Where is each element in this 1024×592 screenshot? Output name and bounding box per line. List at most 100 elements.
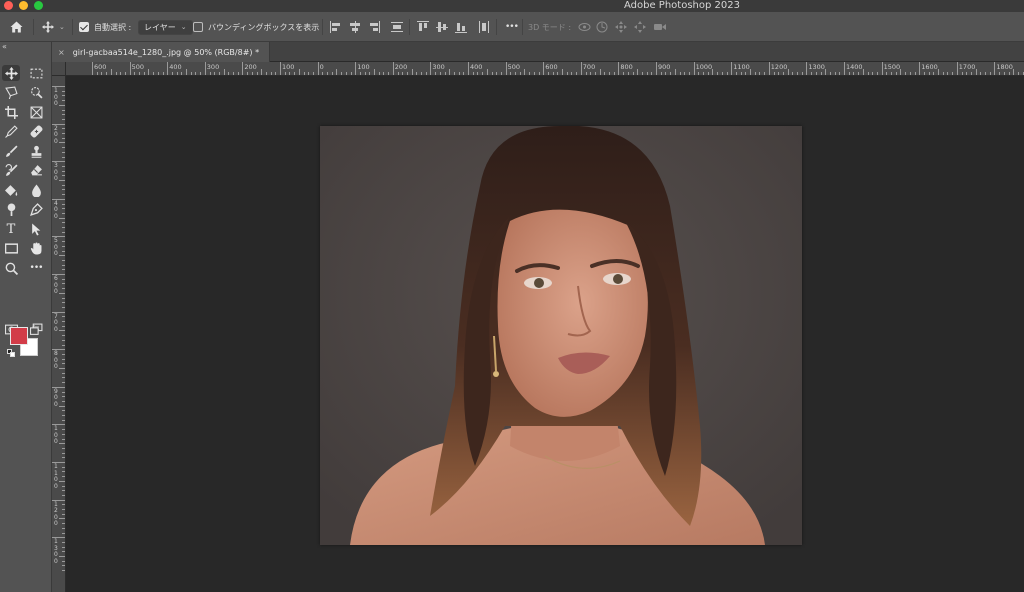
eyedropper-tool-button[interactable]: [2, 123, 20, 139]
ruler-minor-tick: [698, 72, 700, 75]
ruler-minor-tick: [858, 72, 860, 75]
pen-tool-button[interactable]: [27, 201, 45, 217]
align-left-edges-icon[interactable]: [330, 21, 342, 33]
healing-brush-tool-button[interactable]: [27, 123, 45, 139]
ruler-minor-tick: [524, 69, 526, 75]
paint-bucket-tool-button[interactable]: [2, 182, 20, 198]
move-tool-button[interactable]: [2, 65, 20, 81]
history-brush-tool-icon: [5, 163, 18, 176]
close-tab-icon[interactable]: ×: [58, 48, 65, 57]
ruler-minor-tick: [62, 189, 65, 191]
ruler-major-tick: [994, 62, 996, 75]
more-options-button[interactable]: •••: [505, 12, 519, 42]
ruler-minor-tick: [62, 118, 65, 120]
eraser-tool-button[interactable]: [27, 162, 45, 178]
move-icon: [42, 21, 54, 33]
document-image[interactable]: [320, 126, 802, 545]
ruler-minor-tick: [62, 471, 65, 473]
ruler-label: 1000: [695, 63, 713, 71]
ruler-minor-tick: [872, 72, 874, 75]
ruler-minor-tick: [942, 72, 944, 75]
ruler-minor-tick: [62, 523, 65, 525]
screen-mode-icon: [29, 323, 42, 335]
ruler-minor-tick: [571, 72, 573, 75]
ruler-origin[interactable]: [52, 62, 66, 76]
ruler-minor-tick: [684, 72, 686, 75]
ruler-label: 500: [507, 63, 521, 71]
ruler-minor-tick: [106, 72, 108, 75]
3d-slide-icon[interactable]: [634, 12, 646, 42]
default-colors-icon[interactable]: [7, 349, 15, 357]
more-tools-button[interactable]: •••: [27, 260, 45, 276]
ruler-minor-tick: [59, 405, 65, 407]
path-selection-tool-button[interactable]: [27, 221, 45, 237]
crop-tool-button[interactable]: [2, 104, 20, 120]
lasso-tool-icon: [4, 85, 18, 99]
ruler-minor-tick: [1003, 72, 1005, 75]
rectangle-tool-button[interactable]: [2, 240, 20, 256]
chevron-down-icon: ⌄: [59, 23, 65, 31]
3d-orbit-icon[interactable]: [578, 12, 591, 42]
ruler-minor-tick: [905, 72, 907, 75]
ruler-minor-tick: [825, 69, 827, 75]
align-top-edges-icon[interactable]: [417, 21, 429, 33]
home-button[interactable]: [10, 12, 23, 42]
ruler-minor-tick: [778, 72, 780, 75]
distribute-horizontal-icon[interactable]: [391, 21, 403, 33]
ruler-label: 1500: [883, 63, 901, 71]
ruler-minor-tick: [62, 551, 65, 553]
ruler-minor-tick: [369, 72, 371, 75]
hand-tool-button[interactable]: [27, 240, 45, 256]
quick-selection-tool-button[interactable]: [27, 84, 45, 100]
ruler-minor-tick: [62, 452, 65, 454]
show-bounding-box-checkbox[interactable]: バウンディングボックスを表示: [193, 12, 319, 42]
ruler-minor-tick: [646, 72, 648, 75]
auto-select-target-dropdown[interactable]: レイヤー ⌄: [138, 19, 193, 35]
ruler-major-tick: [656, 62, 657, 75]
align-horizontal-centers-icon[interactable]: [349, 21, 361, 33]
ruler-minor-tick: [341, 72, 343, 75]
type-tool-button[interactable]: T: [2, 221, 20, 237]
ruler-minor-tick: [62, 316, 65, 318]
zoom-tool-button[interactable]: [2, 260, 20, 276]
collapse-panel-icon[interactable]: «: [2, 42, 7, 51]
document-tab[interactable]: × girl-gacbaa514e_1280_.jpg @ 50% (RGB/8…: [52, 42, 271, 62]
frame-tool-button[interactable]: [27, 104, 45, 120]
clone-stamp-tool-icon: [31, 145, 41, 158]
brush-tool-icon: [5, 144, 18, 157]
ruler-minor-tick: [62, 541, 65, 543]
align-vertical-centers-icon[interactable]: [436, 21, 448, 33]
ruler-minor-tick: [773, 72, 775, 75]
distribute-vertical-icon[interactable]: [478, 21, 490, 33]
3d-scale-icon[interactable]: [653, 12, 667, 42]
3d-roll-icon[interactable]: [596, 12, 608, 42]
brush-tool-button[interactable]: [2, 143, 20, 159]
auto-select-checkbox[interactable]: 自動選択 :: [79, 12, 131, 42]
vertical-ruler[interactable]: 1002003004005006007008009001001100120013…: [52, 76, 66, 592]
ruler-minor-tick: [62, 513, 65, 515]
ruler-minor-tick: [552, 72, 554, 75]
ruler-major-tick: [167, 62, 169, 75]
foreground-color-swatch[interactable]: [10, 327, 28, 345]
ruler-minor-tick: [59, 368, 65, 369]
align-right-edges-icon[interactable]: [368, 21, 380, 33]
move-tool-preset-picker[interactable]: ⌄: [42, 12, 65, 42]
marquee-tool-button[interactable]: [27, 65, 45, 81]
3d-mode-label: 3D モード :: [528, 22, 572, 32]
horizontal-ruler[interactable]: 600 500 400 300 200 100 0 100 200 300 400 500 600 700…: [66, 62, 1024, 76]
3d-pan-icon[interactable]: [615, 12, 627, 42]
dodge-tool-button[interactable]: [2, 201, 20, 217]
ruler-minor-tick: [62, 250, 65, 252]
lasso-tool-button[interactable]: [2, 84, 20, 100]
ruler-label: 1800: [996, 63, 1013, 71]
ruler-minor-tick: [148, 69, 150, 75]
separator: [72, 19, 73, 35]
clone-stamp-tool-button[interactable]: [27, 143, 45, 159]
history-brush-tool-button[interactable]: [2, 162, 20, 178]
screen-mode-button[interactable]: [27, 321, 45, 337]
ruler-minor-tick: [397, 72, 399, 75]
ruler-minor-tick: [181, 72, 183, 75]
align-bottom-edges-icon[interactable]: [455, 21, 467, 33]
blur-tool-button[interactable]: [27, 182, 45, 198]
options-bar: ⌄ 自動選択 : レイヤー ⌄ バウンディングボックスを表示 ••• 3D モー…: [0, 12, 1024, 42]
